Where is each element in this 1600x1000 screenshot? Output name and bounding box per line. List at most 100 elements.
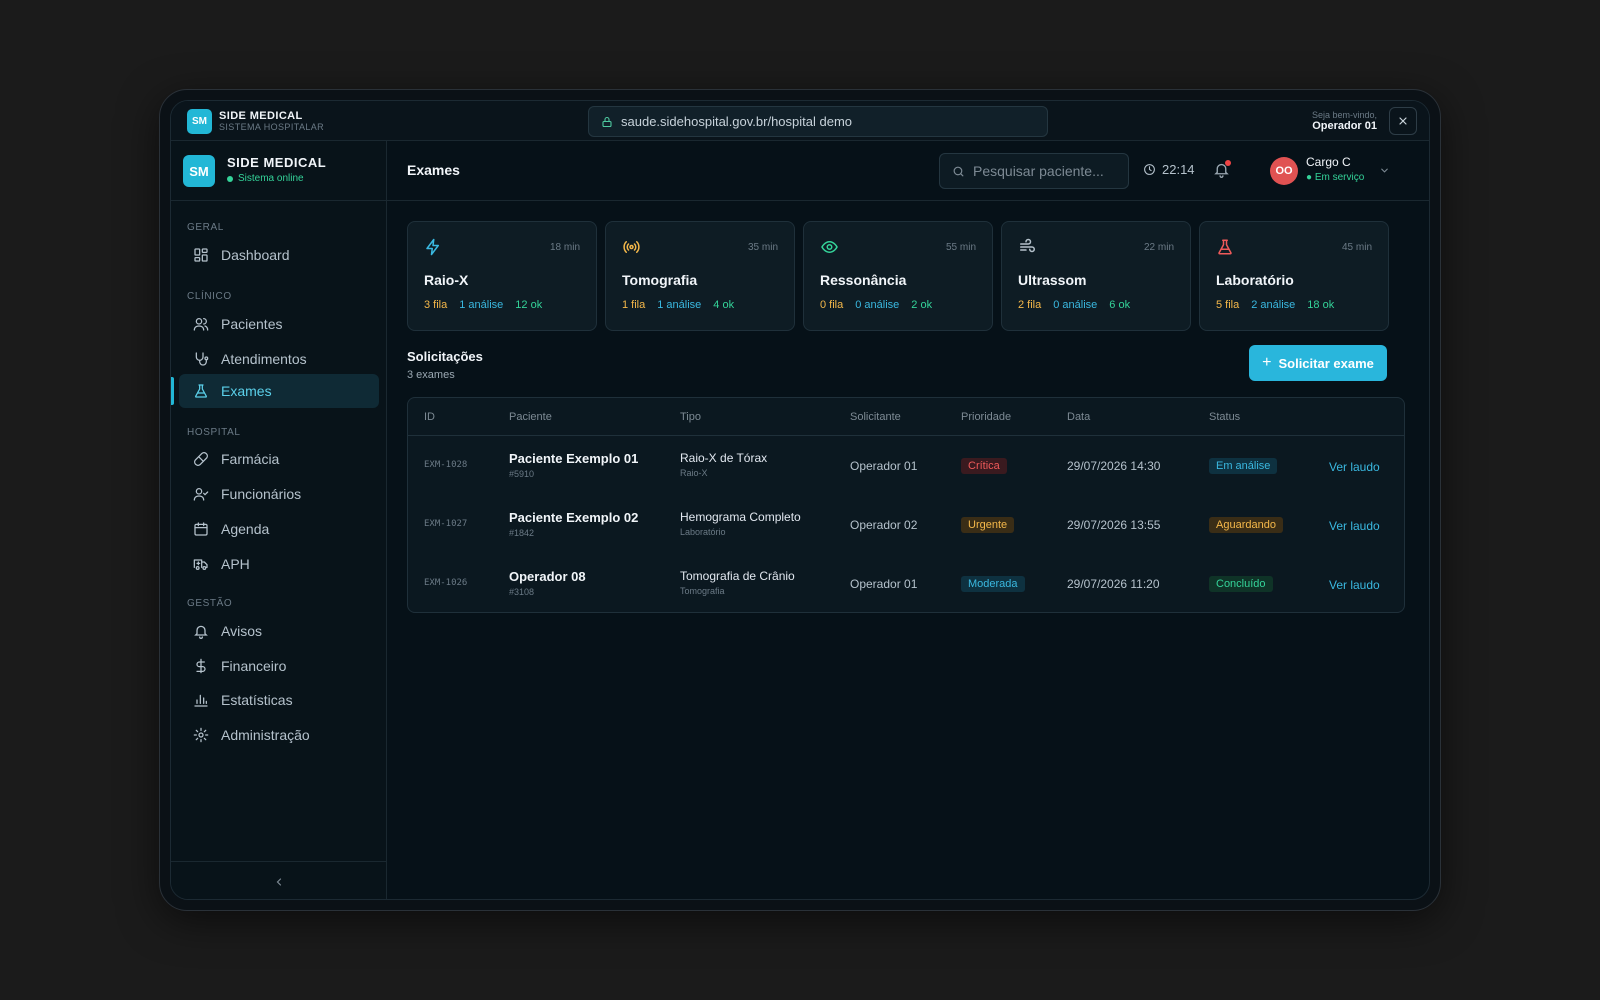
card-stats: 0 fila 0 análise 2 ok <box>820 299 932 311</box>
topbar-brand-subtitle: SISTEMA HOSPITALAR <box>219 122 325 132</box>
exam-card-ressonancia[interactable]: 55 min Ressonância 0 fila 0 análise 2 ok <box>803 221 993 331</box>
search-box[interactable] <box>939 153 1129 189</box>
exam-card-laboratorio[interactable]: 45 min Laboratório 5 fila 2 análise 18 o… <box>1199 221 1389 331</box>
table-row[interactable]: EXM-1026 Operador 08 #3108 Tomografia de… <box>408 554 1404 612</box>
avatar[interactable]: OO <box>1270 157 1298 185</box>
sidebar-item-aph[interactable]: APH <box>179 547 379 581</box>
sidebar-item-pacientes[interactable]: Pacientes <box>179 307 379 341</box>
card-stats: 1 fila 1 análise 4 ok <box>622 299 734 311</box>
user-menu-button[interactable] <box>1379 163 1390 181</box>
sidebar-item-farmacia[interactable]: Farmácia <box>179 442 379 476</box>
search-input[interactable] <box>973 163 1123 179</box>
sidebar: SM SIDE MEDICAL Sistema online GERAL Das… <box>171 141 387 899</box>
sidebar-item-agenda[interactable]: Agenda <box>179 512 379 546</box>
plus-icon: + <box>1262 354 1272 371</box>
stat-analise: 0 análise <box>1053 299 1098 311</box>
search-icon <box>953 166 964 176</box>
clock-icon <box>1144 164 1155 175</box>
sidebar-item-exames[interactable]: Exames <box>179 374 379 408</box>
card-time: 35 min <box>747 242 778 253</box>
status-badge: Aguardando <box>1209 517 1283 533</box>
stat-fila: 0 fila <box>820 299 844 311</box>
sidebar-item-label: Dashboard <box>221 247 290 263</box>
section-geral: GERAL <box>187 222 224 233</box>
sidebar-item-label: Avisos <box>221 623 262 639</box>
request-exam-button[interactable]: + Solicitar exame <box>1249 345 1387 381</box>
card-time: 45 min <box>1341 242 1372 253</box>
sidebar-item-administracao[interactable]: Administração <box>179 718 379 752</box>
exam-category: Laboratório <box>680 527 726 537</box>
table-row[interactable]: EXM-1028 Paciente Exemplo 01 #5910 Raio-… <box>408 436 1404 495</box>
requester: Operador 01 <box>850 577 918 591</box>
bar-chart-icon <box>194 694 208 707</box>
sidebar-collapse-button[interactable] <box>171 861 386 899</box>
table-row[interactable]: EXM-1027 Paciente Exemplo 02 #1842 Hemog… <box>408 495 1404 554</box>
sidebar-item-label: Financeiro <box>221 658 287 674</box>
screen: SM SIDE MEDICAL SISTEMA HOSPITALAR saude… <box>170 100 1430 900</box>
stat-ok: 18 ok <box>1307 299 1335 311</box>
view-report-link[interactable]: Ver laudo <box>1329 578 1380 592</box>
dashboard-icon <box>194 248 208 262</box>
sidebar-item-label: Administração <box>221 727 310 743</box>
sidebar-item-dashboard[interactable]: Dashboard <box>179 238 379 272</box>
patient-name: Operador 08 <box>509 569 586 584</box>
column-header[interactable]: ID <box>424 411 435 423</box>
column-header[interactable]: Data <box>1067 411 1090 423</box>
column-header[interactable]: Paciente <box>509 411 552 423</box>
card-name: Ressonância <box>820 272 907 288</box>
sidebar-item-avisos[interactable]: Avisos <box>179 614 379 648</box>
stat-analise: 0 análise <box>855 299 900 311</box>
column-header[interactable]: Prioridade <box>961 411 1011 423</box>
topbar-brand: SIDE MEDICAL SISTEMA HOSPITALAR <box>219 111 324 133</box>
sidebar-title: SIDE MEDICAL <box>227 155 327 170</box>
close-button[interactable] <box>1389 107 1417 135</box>
exam-card-tomografia[interactable]: 35 min Tomografia 1 fila 1 análise 4 ok <box>605 221 795 331</box>
view-report-link[interactable]: Ver laudo <box>1329 519 1380 533</box>
status-badge: Em análise <box>1209 458 1278 474</box>
card-name: Laboratório <box>1216 272 1294 288</box>
stat-analise: 2 análise <box>1251 299 1296 311</box>
user-check-icon <box>193 488 209 501</box>
priority-badge: Moderada <box>961 576 1025 592</box>
url-bar[interactable]: saude.sidehospital.gov.br/hospital demo <box>588 106 1048 137</box>
user-role[interactable]: Cargo C <box>1306 155 1351 169</box>
section-hospital: HOSPITAL <box>187 427 241 438</box>
sidebar-item-atendimentos[interactable]: Atendimentos <box>179 342 379 376</box>
stat-fila: 1 fila <box>622 299 646 311</box>
active-indicator <box>171 377 174 405</box>
patient-name: Paciente Exemplo 02 <box>509 510 639 525</box>
stat-fila: 5 fila <box>1216 299 1240 311</box>
exam-category: Raio-X <box>680 468 708 478</box>
sidebar-item-estatisticas[interactable]: Estatísticas <box>179 683 379 717</box>
notifications-button[interactable] <box>1213 160 1231 183</box>
stat-ok: 6 ok <box>1109 299 1131 311</box>
sidebar-item-funcionarios[interactable]: Funcionários <box>179 477 379 511</box>
column-header[interactable]: Tipo <box>680 411 701 423</box>
flask-icon <box>195 384 207 398</box>
close-icon <box>1399 117 1407 125</box>
exam-card-raio-x[interactable]: 18 min Raio-X 3 fila 1 análise 12 ok <box>407 221 597 331</box>
patient-number: #1842 <box>509 528 535 538</box>
column-header[interactable]: Status <box>1209 411 1240 423</box>
url-text: saude.sidehospital.gov.br/hospital demo <box>621 114 853 129</box>
priority-badge: Urgente <box>961 517 1015 533</box>
exam-card-ultrassom[interactable]: 22 min Ultrassom 2 fila 0 análise 6 ok <box>1001 221 1191 331</box>
exam-date: 29/07/2026 13:55 <box>1067 518 1161 532</box>
user-status: ● Em serviço <box>1306 172 1365 183</box>
card-stats: 2 fila 0 análise 6 ok <box>1018 299 1130 311</box>
sidebar-item-label: Pacientes <box>221 316 283 332</box>
exam-type: Hemograma Completo <box>680 510 801 524</box>
dollar-icon <box>196 658 206 674</box>
users-icon <box>193 318 209 331</box>
column-header[interactable]: Solicitante <box>850 411 901 423</box>
section-gestao: GESTÃO <box>187 598 233 609</box>
welcome-operator: Operador 01 <box>1312 120 1377 132</box>
sidebar-logo: SM <box>183 155 215 187</box>
ambulance-icon <box>193 559 208 570</box>
view-report-link[interactable]: Ver laudo <box>1329 460 1380 474</box>
welcome-text: Seja bem-vindo, <box>1311 110 1377 120</box>
pill-icon <box>194 452 208 466</box>
sidebar-item-financeiro[interactable]: Financeiro <box>179 649 379 683</box>
exam-date: 29/07/2026 14:30 <box>1067 459 1161 473</box>
stat-ok: 12 ok <box>515 299 543 311</box>
